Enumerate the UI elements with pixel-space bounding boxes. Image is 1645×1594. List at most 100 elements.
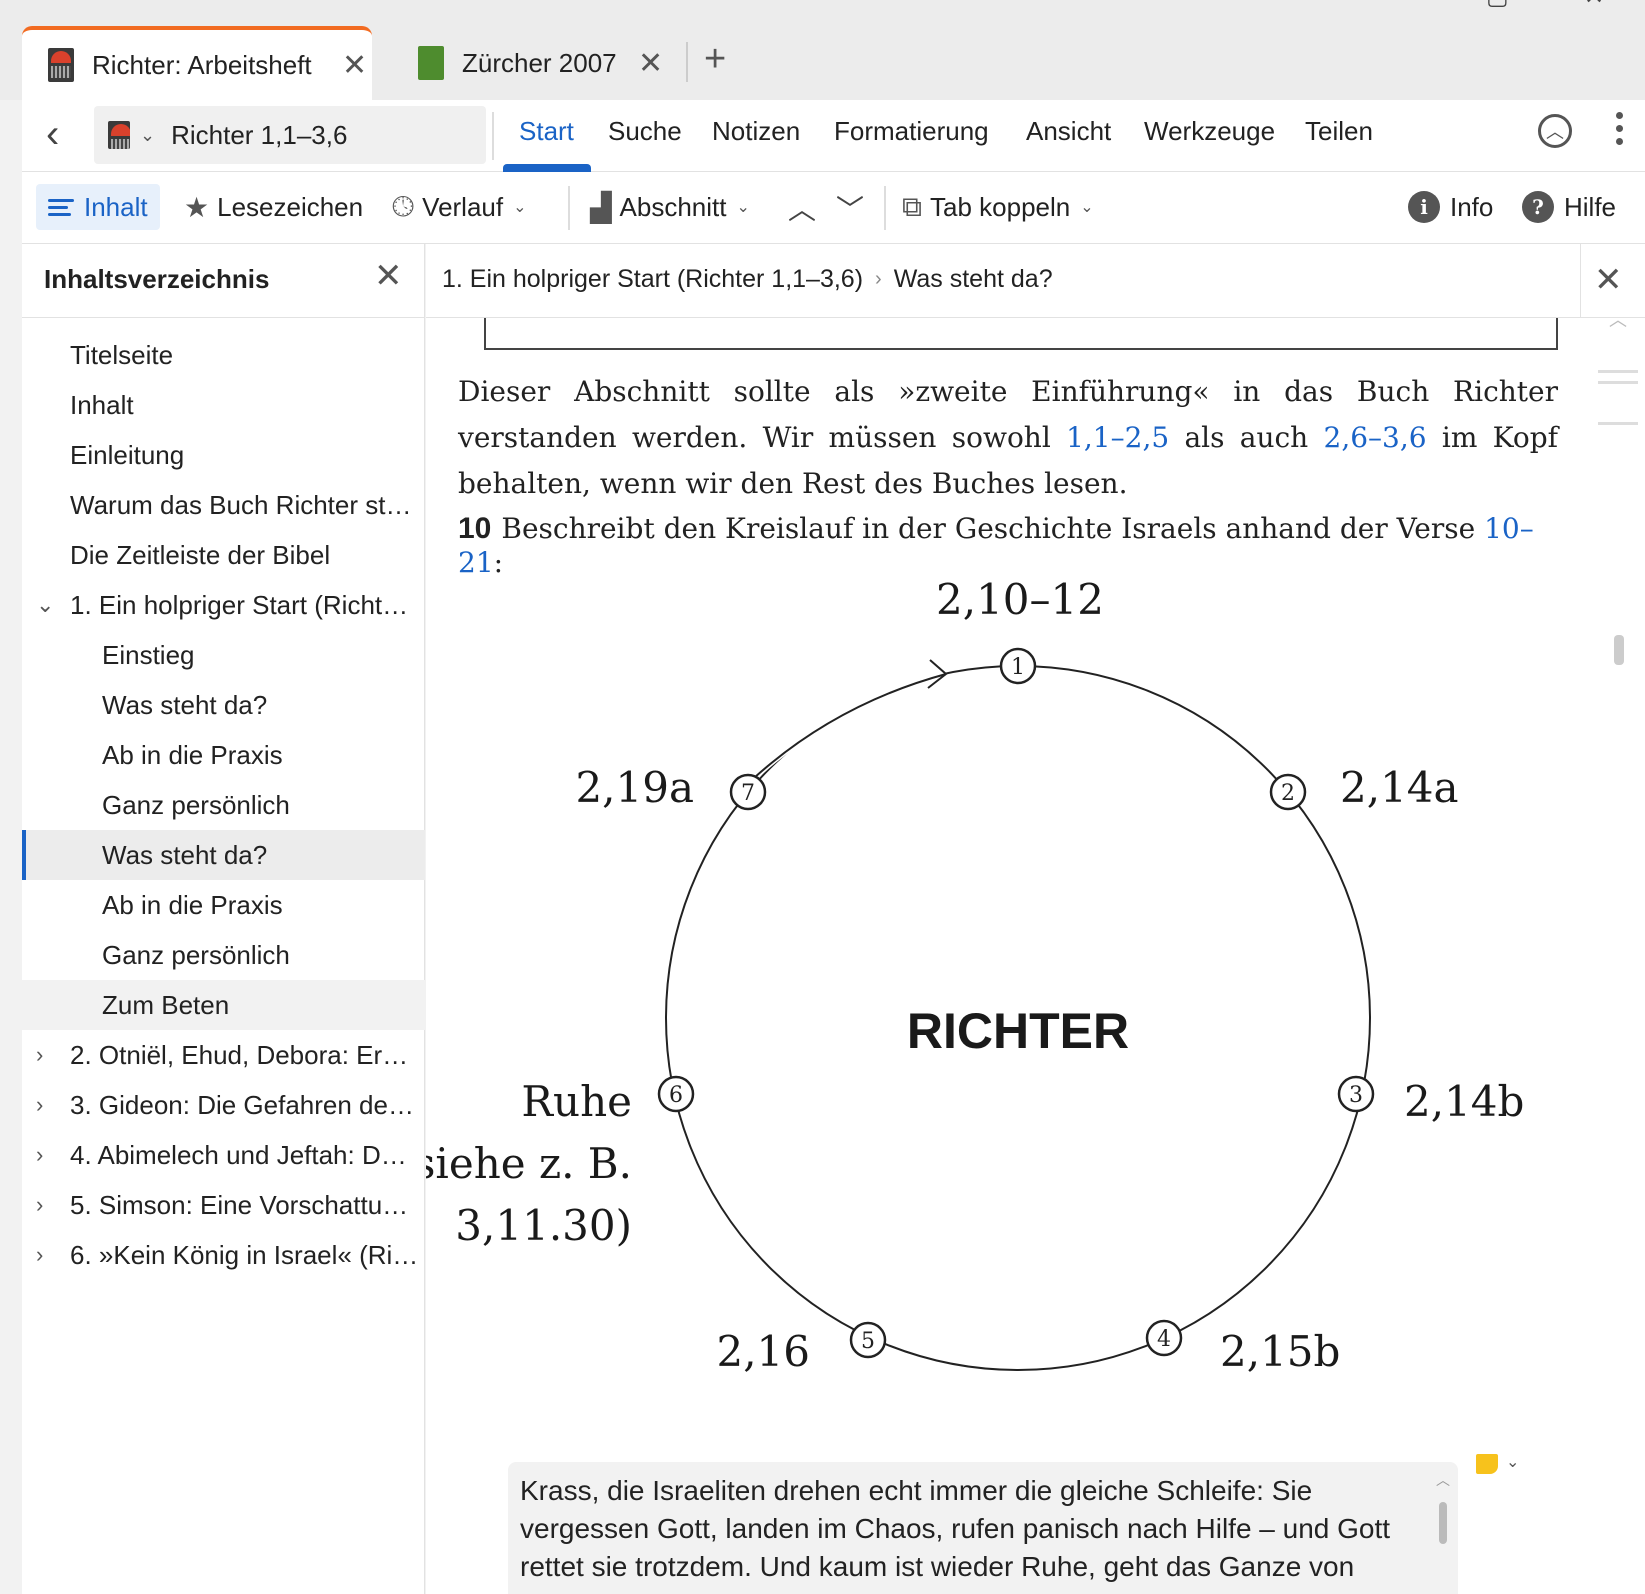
history-icon: 🕓︎ bbox=[392, 190, 415, 222]
toc-item[interactable]: Was steht da? bbox=[22, 680, 425, 730]
toc-item[interactable]: Zum Beten bbox=[22, 980, 425, 1030]
question-number: 10 bbox=[458, 512, 492, 545]
tab-close-icon[interactable]: ✕ bbox=[342, 48, 367, 83]
menu-ansicht[interactable]: Ansicht bbox=[1026, 116, 1111, 147]
reference-field[interactable]: Richter 1,1–3,6 bbox=[171, 120, 347, 151]
sticky-note-icon[interactable] bbox=[1476, 1454, 1498, 1474]
more-options-icon[interactable] bbox=[1616, 112, 1624, 151]
toc-item-label: Zum Beten bbox=[102, 990, 230, 1020]
paragraph-text: als auch bbox=[1169, 421, 1324, 454]
toc-item[interactable]: › 3. Gideon: Die Gefahren des Erfolgs bbox=[22, 1080, 425, 1130]
next-section-icon[interactable]: ﹀ bbox=[836, 188, 864, 228]
tab-title: Richter: Arbeitsheft bbox=[92, 49, 312, 80]
tab-title: Zürcher 2007 bbox=[462, 47, 617, 78]
reader-header: 1. Ein holpriger Start (Richter 1,1–3,6)… bbox=[426, 244, 1645, 318]
breadcrumb-section[interactable]: 1. Ein holpriger Start (Richter 1,1–3,6) bbox=[442, 265, 863, 294]
chevron-right-icon[interactable]: › bbox=[36, 1080, 43, 1130]
menu-teilen[interactable]: Teilen bbox=[1305, 116, 1373, 147]
chevron-right-icon[interactable]: › bbox=[36, 1130, 43, 1180]
toc-item[interactable]: ⌄ 1. Ein holpriger Start (Richter 1,1–3,6… bbox=[22, 580, 425, 630]
question-text: Beschreibt den Kreislauf in der Geschich… bbox=[501, 512, 1485, 545]
info-button[interactable]: i Info bbox=[1408, 184, 1493, 230]
divider bbox=[492, 112, 494, 160]
back-icon[interactable]: ‹ bbox=[46, 112, 59, 157]
menu-formatierung[interactable]: Formatierung bbox=[834, 116, 989, 147]
note-scrollbar[interactable]: ︿ bbox=[1436, 1470, 1450, 1556]
toc-item[interactable]: Ab in die Praxis bbox=[22, 880, 425, 930]
toc-item[interactable]: Warum das Buch Richter studieren? bbox=[22, 480, 425, 530]
cycle-node-number: 7 bbox=[741, 781, 755, 806]
document-picker[interactable]: ⌄ Richter 1,1–3,6 bbox=[94, 106, 486, 164]
tab-divider bbox=[686, 42, 688, 82]
toc-item[interactable]: Inhalt bbox=[22, 380, 425, 430]
toc-item[interactable]: › 2. Otniël, Ehud, Debora: Erwartungen bbox=[22, 1030, 425, 1080]
divider bbox=[1598, 370, 1638, 373]
toc-item-label: Ab in die Praxis bbox=[102, 890, 283, 920]
chevron-right-icon[interactable]: › bbox=[36, 1030, 43, 1080]
cycle-node-number: 5 bbox=[861, 1329, 875, 1354]
previous-section-icon[interactable]: ︿ bbox=[788, 188, 816, 228]
maximize-icon[interactable]: ▢ bbox=[1486, 0, 1509, 11]
toc-item[interactable]: Einstieg bbox=[22, 630, 425, 680]
hilfe-button[interactable]: ? Hilfe bbox=[1522, 184, 1616, 230]
ribbon: ‹ ⌄ Richter 1,1–3,6 Start Suche Notizen … bbox=[22, 100, 1645, 172]
tab-strip: ▢ ✕ Richter: Arbeitsheft ✕ Zürcher 2007 … bbox=[0, 0, 1645, 100]
window-close-icon[interactable]: ✕ bbox=[1584, 0, 1604, 11]
previous-box bbox=[484, 318, 1558, 350]
chevron-right-icon[interactable]: › bbox=[36, 1180, 43, 1230]
toc-item[interactable]: Ab in die Praxis bbox=[22, 730, 425, 780]
toc-item[interactable]: Einleitung bbox=[22, 430, 425, 480]
chevron-right-icon[interactable]: › bbox=[36, 1230, 43, 1280]
toc-item[interactable]: Die Zeitleiste der Bibel bbox=[22, 530, 425, 580]
tab-close-icon[interactable]: ✕ bbox=[638, 46, 663, 81]
cycle-node-label: (siehe z. B. bbox=[426, 1139, 632, 1188]
toc-title: Inhaltsverzeichnis bbox=[44, 264, 270, 294]
menu-werkzeuge[interactable]: Werkzeuge bbox=[1144, 116, 1275, 147]
toc-item[interactable]: › 6. »Kein König in Israel« (Richter 17–2… bbox=[22, 1230, 425, 1280]
toolbar: Inhalt ★ Lesezeichen 🕓︎ Verlauf ⌄ ▟ Absc… bbox=[22, 172, 1645, 244]
scroll-up-icon[interactable]: ︿ bbox=[1436, 1470, 1450, 1490]
toc-item[interactable]: Ganz persönlich bbox=[22, 930, 425, 980]
tab-koppeln-button[interactable]: ⧉ Tab koppeln ⌄ bbox=[902, 184, 1094, 230]
verse-link[interactable]: 2,6–3,6 bbox=[1324, 421, 1427, 454]
divider bbox=[884, 186, 886, 230]
toc-item[interactable]: › 4. Abimelech und Jeftah: Dunkle Zeiten bbox=[22, 1130, 425, 1180]
toc-item-label: Ab in die Praxis bbox=[102, 740, 283, 770]
inhalt-button[interactable]: Inhalt bbox=[36, 184, 160, 230]
tab-richter-arbeitsheft[interactable]: Richter: Arbeitsheft ✕ bbox=[22, 26, 372, 100]
chevron-down-icon[interactable]: ⌄ bbox=[140, 125, 155, 146]
verse-link[interactable]: 1,1–2,5 bbox=[1066, 421, 1169, 454]
chevron-down-icon: ⌄ bbox=[1080, 199, 1094, 216]
verlauf-button[interactable]: 🕓︎ Verlauf ⌄ bbox=[392, 184, 527, 230]
toc-item-label: Ganz persönlich bbox=[102, 940, 290, 970]
close-icon[interactable]: ✕ bbox=[1594, 260, 1623, 300]
menu-suche[interactable]: Suche bbox=[608, 116, 682, 147]
cycle-node-number: 1 bbox=[1011, 655, 1025, 680]
toc-item-label: Die Zeitleiste der Bibel bbox=[70, 540, 331, 570]
scroll-thumb[interactable] bbox=[1439, 1502, 1447, 1544]
close-icon[interactable]: ✕ bbox=[374, 256, 403, 296]
scroll-up-icon[interactable]: ︿ bbox=[1598, 306, 1638, 332]
new-tab-icon[interactable]: + bbox=[704, 38, 726, 81]
tab-zuercher-2007[interactable]: Zürcher 2007 ✕ bbox=[392, 26, 682, 100]
chevron-down-icon[interactable]: ⌄ bbox=[36, 580, 54, 630]
toc-item[interactable]: Titelseite bbox=[22, 330, 425, 380]
collapse-ribbon-icon[interactable]: ︿ bbox=[1538, 114, 1572, 148]
scroll-thumb[interactable] bbox=[1614, 635, 1624, 665]
menu-notizen[interactable]: Notizen bbox=[712, 116, 800, 147]
menu-start[interactable]: Start bbox=[519, 116, 574, 147]
chevron-down-icon[interactable]: ⌄ bbox=[1506, 1452, 1519, 1472]
toc-item[interactable]: Ganz persönlich bbox=[22, 780, 425, 830]
scroll-rail[interactable]: ︿ bbox=[1598, 306, 1638, 665]
breadcrumb-subsection[interactable]: Was steht da? bbox=[894, 265, 1053, 294]
cycle-node-number: 4 bbox=[1157, 1327, 1171, 1352]
cycle-node-label: 2,10–12 bbox=[936, 575, 1104, 624]
note-text[interactable]: Krass, die Israeliten drehen echt immer … bbox=[520, 1475, 1390, 1582]
cycle-node-number: 2 bbox=[1281, 781, 1295, 806]
abschnitt-button[interactable]: ▟ Abschnitt ⌄ bbox=[590, 184, 750, 230]
toc-item[interactable]: Was steht da? bbox=[22, 830, 425, 880]
user-note[interactable]: Krass, die Israeliten drehen echt immer … bbox=[508, 1462, 1458, 1594]
lesezeichen-button[interactable]: ★ Lesezeichen bbox=[184, 184, 363, 230]
toc-item[interactable]: › 5. Simson: Eine Vorschattung Christi bbox=[22, 1180, 425, 1230]
steps-icon: ▟ bbox=[590, 191, 612, 223]
